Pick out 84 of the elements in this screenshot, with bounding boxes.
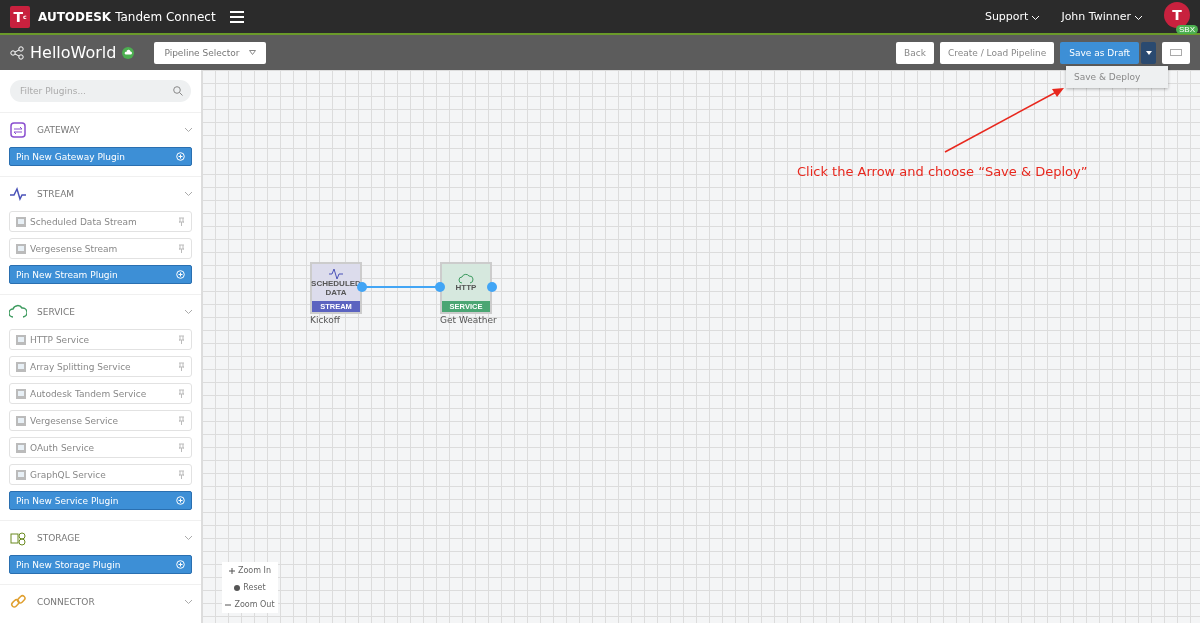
plugin-thumbnail-icon bbox=[16, 469, 26, 480]
chevron-icon[interactable] bbox=[185, 128, 192, 132]
plugin-thumbnail-icon bbox=[16, 442, 26, 453]
share-nodes-icon bbox=[10, 45, 24, 60]
user-avatar[interactable]: T bbox=[1164, 1, 1190, 28]
keyboard-button[interactable] bbox=[1162, 41, 1190, 64]
plus-circle-icon bbox=[176, 496, 185, 505]
cloud-status-icon bbox=[122, 46, 135, 59]
caret-icon bbox=[249, 50, 257, 55]
plus-circle-icon bbox=[176, 270, 185, 279]
node-name: Kickoff bbox=[310, 315, 340, 325]
port-dot[interactable] bbox=[435, 282, 445, 292]
plugin-thumbnail-icon bbox=[16, 361, 26, 372]
pin-icon[interactable] bbox=[178, 335, 185, 344]
pin-plugin-button[interactable]: Pin New Stream Plugin bbox=[9, 265, 192, 284]
caret-icon bbox=[1145, 50, 1152, 55]
pulse-icon bbox=[9, 185, 27, 203]
plugin-item[interactable]: OAuth Service bbox=[9, 437, 192, 458]
pipeline-selector[interactable]: Pipeline Selector bbox=[154, 41, 267, 64]
keyboard-icon bbox=[1170, 49, 1182, 56]
nav-link[interactable]: John Twinner bbox=[1061, 10, 1142, 23]
node-title: HTTP bbox=[455, 284, 477, 293]
pin-icon[interactable] bbox=[178, 389, 185, 398]
chevron-icon[interactable] bbox=[185, 310, 192, 314]
plus-circle-icon bbox=[176, 560, 185, 569]
section-title: CONNECTOR bbox=[37, 597, 96, 607]
plugin-thumbnail-icon bbox=[16, 334, 26, 345]
product-name: Tandem Connect bbox=[115, 9, 216, 24]
nav-link[interactable]: Support bbox=[984, 10, 1040, 23]
search-icon[interactable] bbox=[173, 86, 183, 96]
plugin-thumbnail-icon bbox=[16, 216, 26, 227]
node-name: Get Weather bbox=[440, 315, 497, 325]
node-title: SCHEDULED DATA bbox=[311, 279, 361, 298]
dropdown-toggle-button[interactable] bbox=[1141, 41, 1156, 64]
pin-icon[interactable] bbox=[178, 217, 185, 226]
save-draft-button[interactable]: Save as Draft bbox=[1060, 41, 1139, 64]
pipeline-name: HelloWorld bbox=[30, 43, 117, 62]
filter-field[interactable]: Filter Plugins... bbox=[10, 80, 191, 102]
chevron-icon[interactable] bbox=[185, 192, 192, 196]
port-dot[interactable] bbox=[487, 282, 497, 292]
plugin-item[interactable]: HTTP Service bbox=[9, 329, 192, 350]
pin-icon[interactable] bbox=[178, 470, 185, 479]
brand-name: AUTODESK bbox=[38, 9, 112, 24]
storage-icon bbox=[9, 529, 27, 547]
pin-plugin-button[interactable]: Pin New Service Plugin bbox=[9, 491, 192, 510]
pin-icon[interactable] bbox=[178, 416, 185, 425]
pin-icon[interactable] bbox=[178, 244, 185, 253]
annotation-text: Click the Arrow and choose “Save & Deploy” bbox=[797, 164, 1088, 179]
pulse-icon bbox=[328, 267, 344, 280]
dot-icon bbox=[234, 584, 241, 591]
minus-icon bbox=[225, 603, 232, 606]
chevron-icon[interactable] bbox=[185, 536, 192, 540]
plugin-item[interactable]: Autodesk Tandem Service bbox=[9, 383, 192, 404]
sandbox-badge: SBX bbox=[1176, 24, 1198, 34]
section-title: STORAGE bbox=[37, 533, 81, 543]
chevron-down-icon bbox=[1032, 16, 1040, 20]
pin-plugin-button[interactable]: Pin New Storage Plugin bbox=[9, 555, 192, 574]
chevron-icon[interactable] bbox=[185, 600, 192, 604]
plugin-item[interactable]: Scheduled Data Stream bbox=[9, 211, 192, 232]
cloud-icon bbox=[9, 303, 27, 321]
exchange-icon bbox=[9, 121, 27, 139]
section-title: SERVICE bbox=[37, 307, 76, 317]
menu-icon[interactable] bbox=[229, 10, 244, 23]
section-title: GATEWAY bbox=[37, 125, 81, 135]
plugin-thumbnail-icon bbox=[16, 388, 26, 399]
toolbar-button[interactable]: Create / Load Pipeline bbox=[939, 41, 1055, 64]
pin-icon[interactable] bbox=[178, 362, 185, 371]
filter-input[interactable]: Filter Plugins... bbox=[18, 85, 148, 97]
chevron-down-icon bbox=[1135, 16, 1142, 20]
plugin-thumbnail-icon bbox=[16, 415, 26, 426]
plugin-item[interactable]: Vergesense Stream bbox=[9, 238, 192, 259]
plus-icon bbox=[228, 567, 235, 574]
menu-item[interactable]: Save & Deploy bbox=[1066, 66, 1168, 88]
plugin-thumbnail-icon bbox=[16, 243, 26, 254]
section-title: STREAM bbox=[37, 189, 76, 199]
plugin-item[interactable]: Array Splitting Service bbox=[9, 356, 192, 377]
plugin-item[interactable]: GraphQL Service bbox=[9, 464, 192, 485]
plugin-item[interactable]: Vergesense Service bbox=[9, 410, 192, 431]
pin-plugin-button[interactable]: Pin New Gateway Plugin bbox=[9, 147, 192, 166]
plus-circle-icon bbox=[176, 152, 185, 161]
pin-icon[interactable] bbox=[178, 443, 185, 452]
toolbar-button[interactable]: Back bbox=[896, 41, 934, 64]
link-icon bbox=[9, 593, 27, 611]
cloud-icon bbox=[458, 272, 474, 285]
